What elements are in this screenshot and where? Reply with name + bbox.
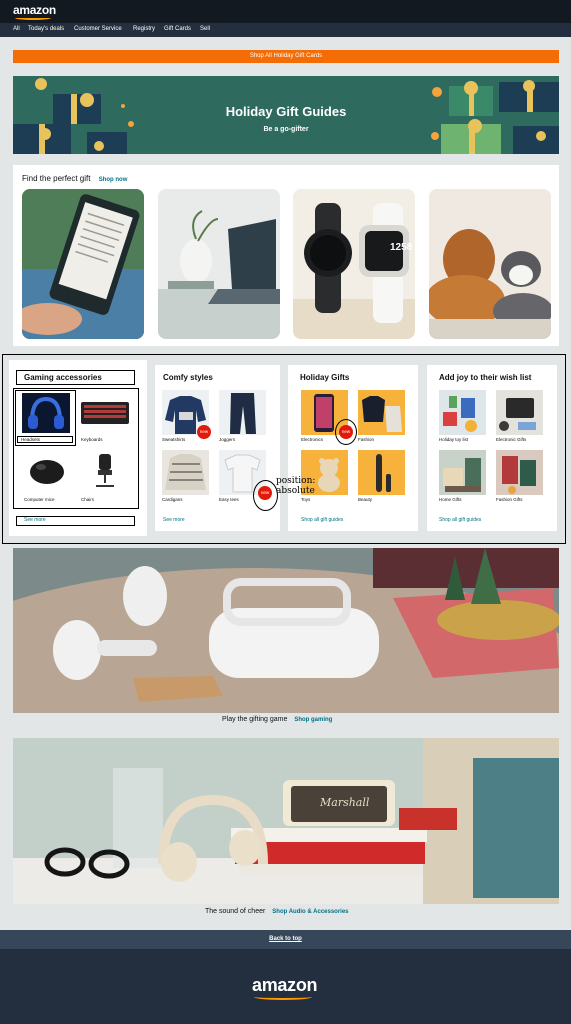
holiday-gifts-guides-link[interactable]: Shop all gift guides [301, 517, 343, 523]
joggers-icon [230, 393, 256, 434]
comfy-see-more-link[interactable]: See more [163, 517, 185, 523]
fashion-gifts-caption[interactable]: Fashion Gifts [496, 497, 523, 502]
electronics-caption[interactable]: Electronics [301, 437, 323, 442]
gaming-promo-line: Play the gifting game Shop gaming [222, 716, 332, 723]
easy-tees-caption[interactable]: Easy tees [219, 497, 239, 502]
annotation-line-1: position: [276, 476, 316, 486]
headsets-thumb[interactable] [22, 393, 70, 433]
home-decor-icon [443, 458, 481, 492]
electronic-gifts-thumb[interactable] [496, 390, 543, 435]
speaker-brand-label: Marshall [320, 796, 370, 809]
back-to-top-label: Back to top [269, 936, 302, 942]
gaming-see-more-link[interactable]: See more [24, 517, 46, 523]
smile-icon [254, 994, 312, 1000]
new-badge: new [197, 425, 211, 439]
nav-item-customer-service[interactable]: Customer Service [74, 26, 122, 32]
badge-highlight-ring [335, 419, 357, 445]
toys-caption[interactable]: Toys [301, 497, 310, 502]
logo-text: amazon [13, 3, 56, 17]
keyboards-caption[interactable]: Keyboards [81, 437, 103, 442]
perfect-gift-title: Find the perfect gift [22, 174, 91, 183]
beauty-thumb[interactable] [358, 450, 405, 495]
chair-icon [96, 454, 114, 487]
cardigan-icon [165, 454, 206, 490]
computer-mice-caption[interactable]: Computer mice [24, 497, 55, 502]
holiday-toy-list-caption[interactable]: Holiday toy list [439, 437, 468, 442]
computer-mice-thumb[interactable] [25, 454, 65, 488]
keyboard-icon [81, 402, 129, 424]
laptop-desk-image-icon [158, 189, 280, 339]
nav-item-all[interactable]: All [13, 26, 20, 32]
clothes-collage-icon [502, 456, 536, 494]
smile-icon [15, 16, 51, 20]
perfect-gift-card: Find the perfect gift Shop now 1258 [13, 165, 559, 346]
gaming-title: Gaming accessories [24, 373, 102, 382]
toys-collage-icon [443, 396, 477, 432]
hero-subtitle: Be a go-gifter [263, 126, 309, 133]
holiday-gifts-title: Holiday Gifts [300, 373, 350, 382]
audio-promo-image[interactable]: Marshall [13, 738, 559, 904]
nav-item-registry[interactable]: Registry [133, 26, 155, 32]
joggers-caption[interactable]: Joggers [219, 437, 235, 442]
vr-headset-promo-image[interactable] [13, 548, 559, 713]
fashion-icon [362, 396, 402, 432]
chairs-thumb[interactable] [92, 452, 118, 490]
position-annotation: position: absolute [276, 476, 315, 496]
back-to-top-button[interactable]: Back to top [0, 930, 571, 949]
footer-amazon-logo[interactable]: amazon [252, 975, 318, 1000]
gaming-promo-text: Play the gifting game [222, 716, 288, 723]
beauty-caption[interactable]: Beauty [358, 497, 372, 502]
perfect-gift-header: Find the perfect gift Shop now [22, 174, 127, 183]
shop-now-link[interactable]: Shop now [99, 177, 128, 183]
wishlist-guides-link[interactable]: Shop all gift guides [439, 517, 481, 523]
comfy-title: Comfy styles [163, 373, 213, 382]
smartwatch-image-icon [293, 189, 415, 339]
nav-item-todays-deals[interactable]: Today's deals [28, 26, 64, 32]
nav-item-sell[interactable]: Sell [200, 26, 210, 32]
toothbrush-icon [376, 454, 391, 492]
holiday-toy-list-thumb[interactable] [439, 390, 486, 435]
watch-time-readout: 1258 [390, 242, 413, 253]
amazon-logo[interactable]: amazon [13, 3, 56, 20]
sweatshirts-caption[interactable]: Sweatshirts [162, 437, 185, 442]
joggers-thumb[interactable] [219, 390, 266, 435]
headsets-caption[interactable]: Headsets [21, 437, 40, 442]
shop-audio-link[interactable]: Shop Audio & Accessories [272, 909, 348, 915]
e-reader-image-icon [22, 189, 144, 339]
chairs-caption[interactable]: Chairs [81, 497, 94, 502]
home-gifts-thumb[interactable] [439, 450, 486, 495]
holiday-gift-guides-hero[interactable]: Holiday Gift Guides Be a go-gifter [13, 76, 559, 154]
electronic-gifts-caption[interactable]: Electronic Gifts [496, 437, 526, 442]
vr-headset-scene-icon [13, 548, 559, 713]
footer-logo-text: amazon [252, 975, 318, 995]
shop-gift-cards-banner[interactable]: Shop All Holiday Gift Cards [13, 50, 559, 63]
cardigans-thumb[interactable] [162, 450, 209, 495]
footer: amazon [0, 949, 571, 1024]
headset-icon [28, 396, 64, 429]
e-reader-tile[interactable] [22, 189, 144, 339]
hero-title: Holiday Gift Guides [225, 104, 347, 119]
audio-promo-line: The sound of cheer Shop Audio & Accessor… [205, 908, 349, 915]
nav-item-gift-cards[interactable]: Gift Cards [164, 26, 191, 32]
home-gifts-caption[interactable]: Home Gifts [439, 497, 462, 502]
wishlist-title: Add joy to their wish list [439, 373, 532, 382]
fashion-gifts-thumb[interactable] [496, 450, 543, 495]
dog-and-cat-image-icon [429, 189, 551, 339]
smartwatch-tile[interactable]: 1258 [293, 189, 415, 339]
annotation-line-2: absolute [276, 486, 315, 496]
fashion-thumb[interactable] [358, 390, 405, 435]
badge-highlight-ring [253, 480, 278, 511]
shop-gaming-link[interactable]: Shop gaming [294, 717, 332, 723]
top-header: amazon [0, 0, 571, 23]
keyboards-thumb[interactable] [81, 396, 129, 430]
speaker-collage-icon [499, 398, 536, 431]
cardigans-caption[interactable]: Cardigans [162, 497, 183, 502]
audio-promo-text: The sound of cheer [205, 908, 266, 915]
nav-bar: All Today's deals Customer Service Regis… [0, 23, 571, 37]
pets-tile[interactable] [429, 189, 551, 339]
headphones-speaker-scene-icon [13, 738, 559, 904]
mouse-icon [30, 460, 64, 484]
laptop-desk-tile[interactable] [158, 189, 280, 339]
fashion-caption[interactable]: Fashion [358, 437, 374, 442]
